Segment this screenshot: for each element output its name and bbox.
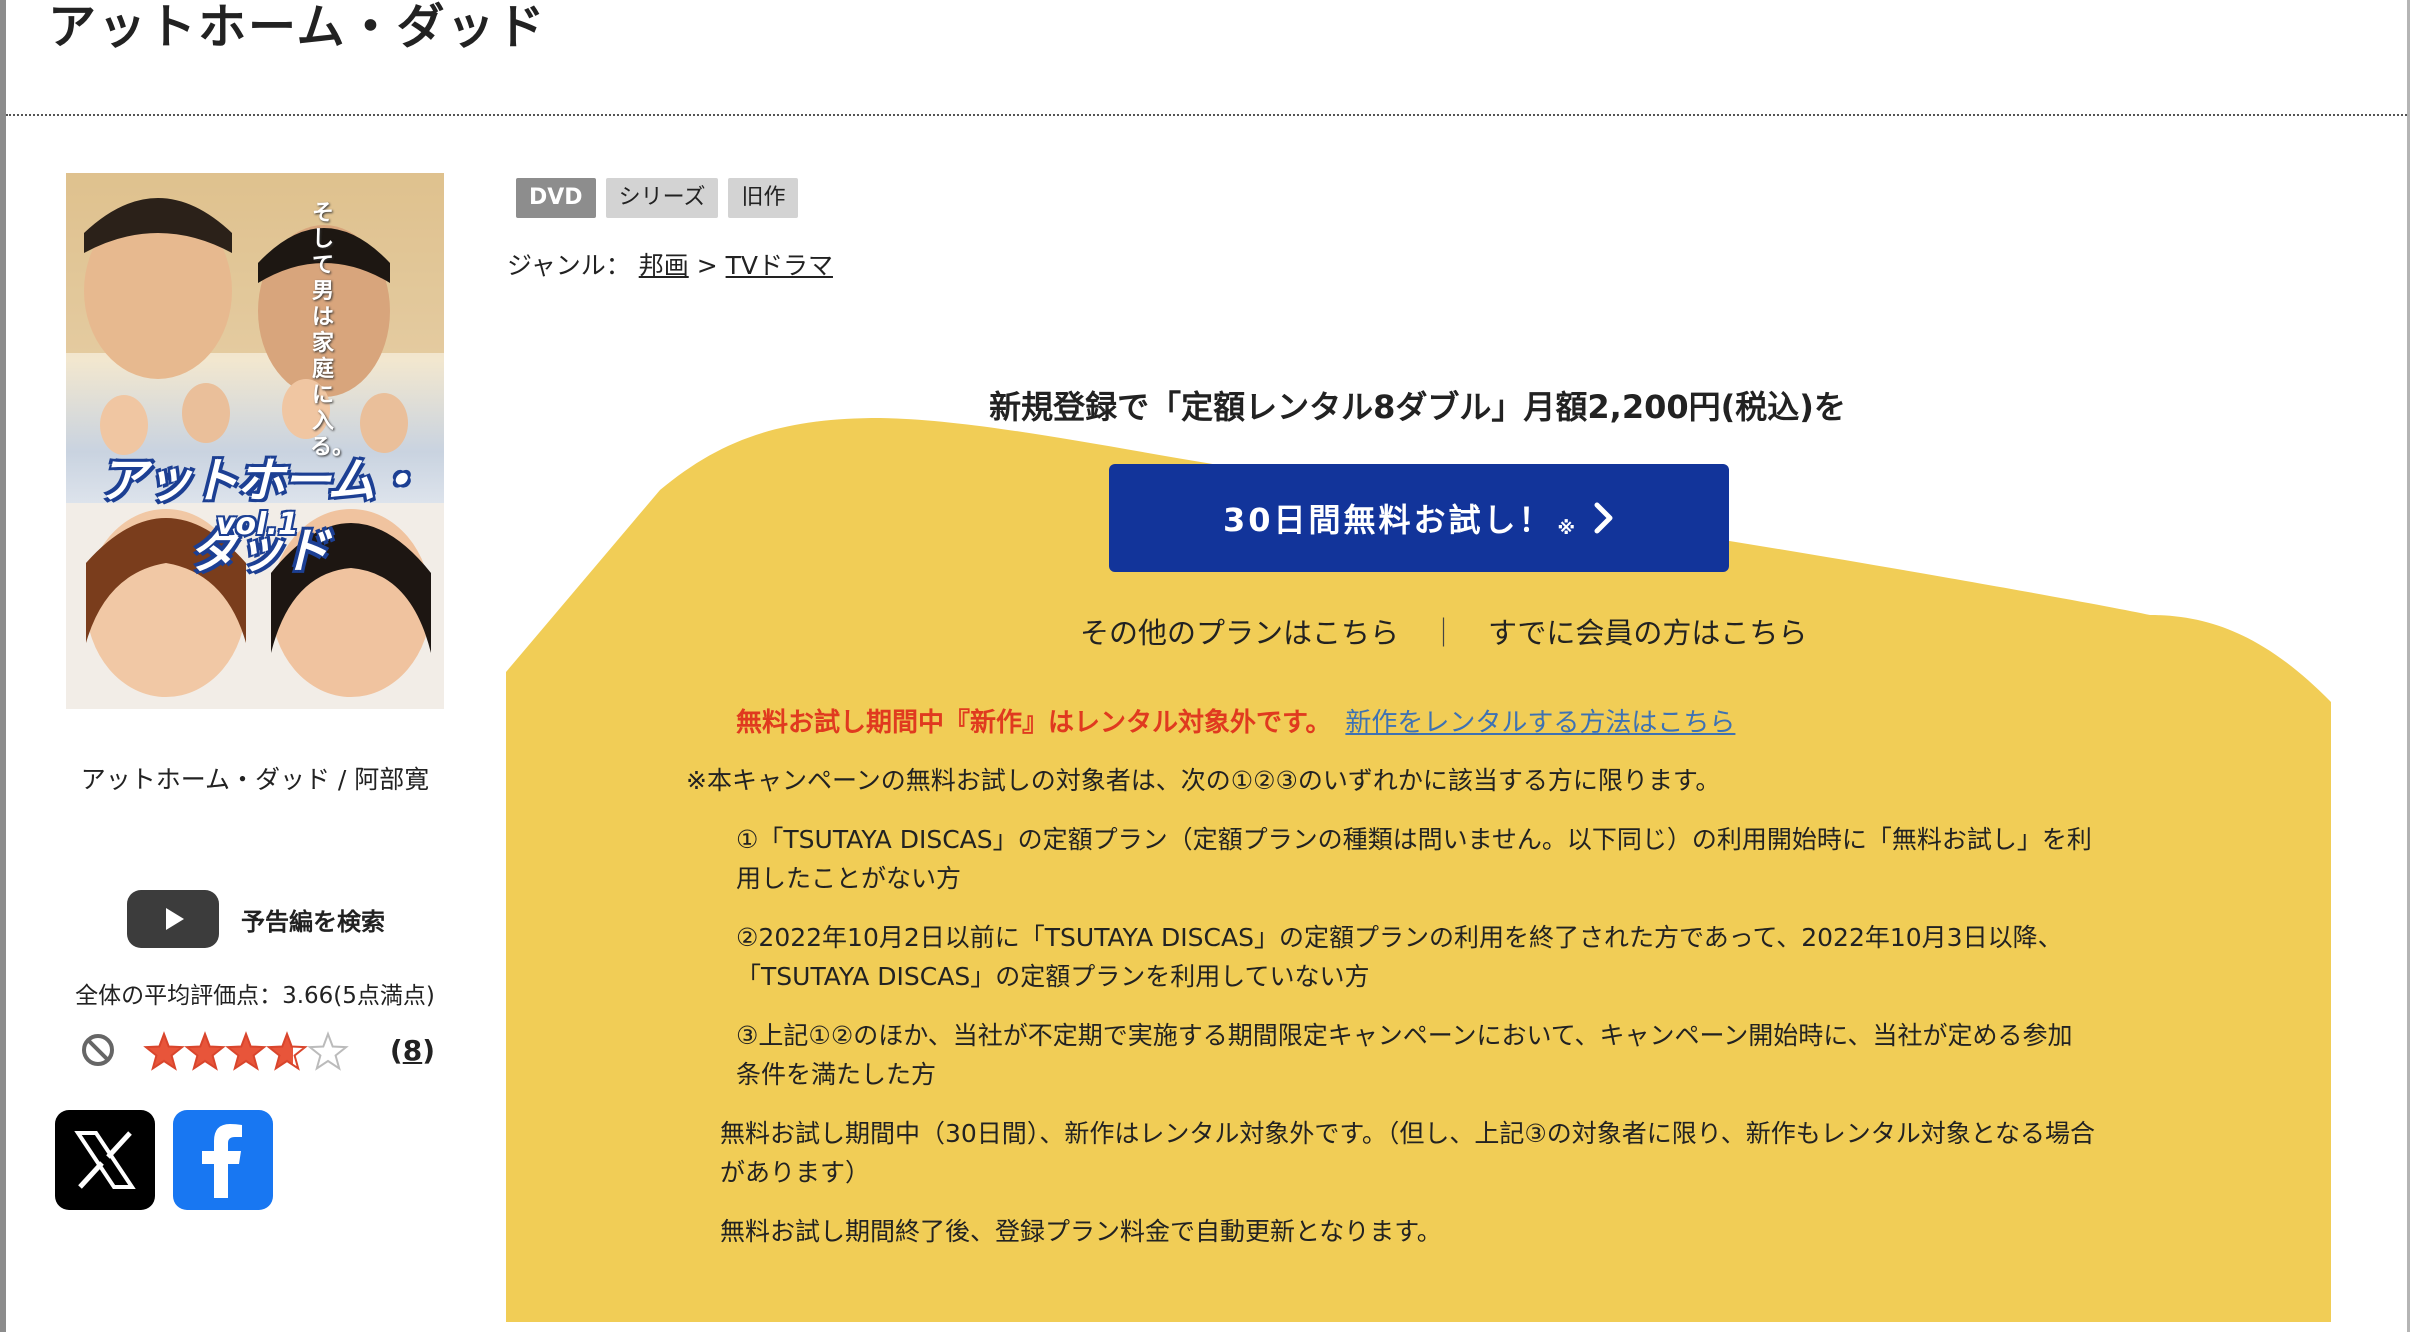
new-release-warning: 無料お試し期間中『新作』はレンタル対象外です。 新作をレンタルする方法はこちら — [736, 702, 1735, 739]
new-release-warning-text: 無料お試し期間中『新作』はレンタル対象外です。 — [736, 708, 1332, 738]
new-release-note: 無料お試し期間中（30日間）、新作はレンタル対象外です。（但し、上記③の対象者に… — [720, 1119, 2095, 1187]
auto-renew-note: 無料お試し期間終了後、登録プラン料金で自動更新となります。 — [720, 1217, 1442, 1246]
plan-links-separator: ｜ — [1429, 616, 1459, 650]
other-plans-link[interactable]: その他のプランはこちら — [1080, 610, 1399, 652]
free-trial-button[interactable]: 30日間無料お試し！ ※ — [1109, 464, 1729, 572]
chevron-right-icon — [1594, 502, 1613, 534]
member-login-link[interactable]: すでに会員の方はこちら — [1488, 610, 1807, 652]
free-trial-label[interactable]: 30日間無料お試し！ — [1223, 495, 1554, 541]
free-trial-note-mark: ※ — [1557, 517, 1576, 539]
condition-3: ③上記①②のほか、当社が不定期で実施する期間限定キャンペーンにおいて、キャンペー… — [736, 1021, 2073, 1089]
condition-2: ②2022年10月2日以前に「TSUTAYA DISCAS」の定額プランの利用を… — [736, 923, 2063, 991]
campaign-headline: 新規登録で「定額レンタル8ダブル」月額2,200円(税込)を — [989, 388, 1846, 426]
new-release-rental-link[interactable]: 新作をレンタルする方法はこちら — [1345, 708, 1735, 738]
plan-links: その他のプランはこちら ｜ すでに会員の方はこちら — [1080, 610, 1807, 652]
eligibility-note: ※本キャンペーンの無料お試しの対象者は、次の①②③のいずれかに該当する方に限りま… — [686, 766, 1721, 795]
condition-1: ①「TSUTAYA DISCAS」の定額プラン（定額プランの種類は問いません。以… — [736, 825, 2092, 893]
